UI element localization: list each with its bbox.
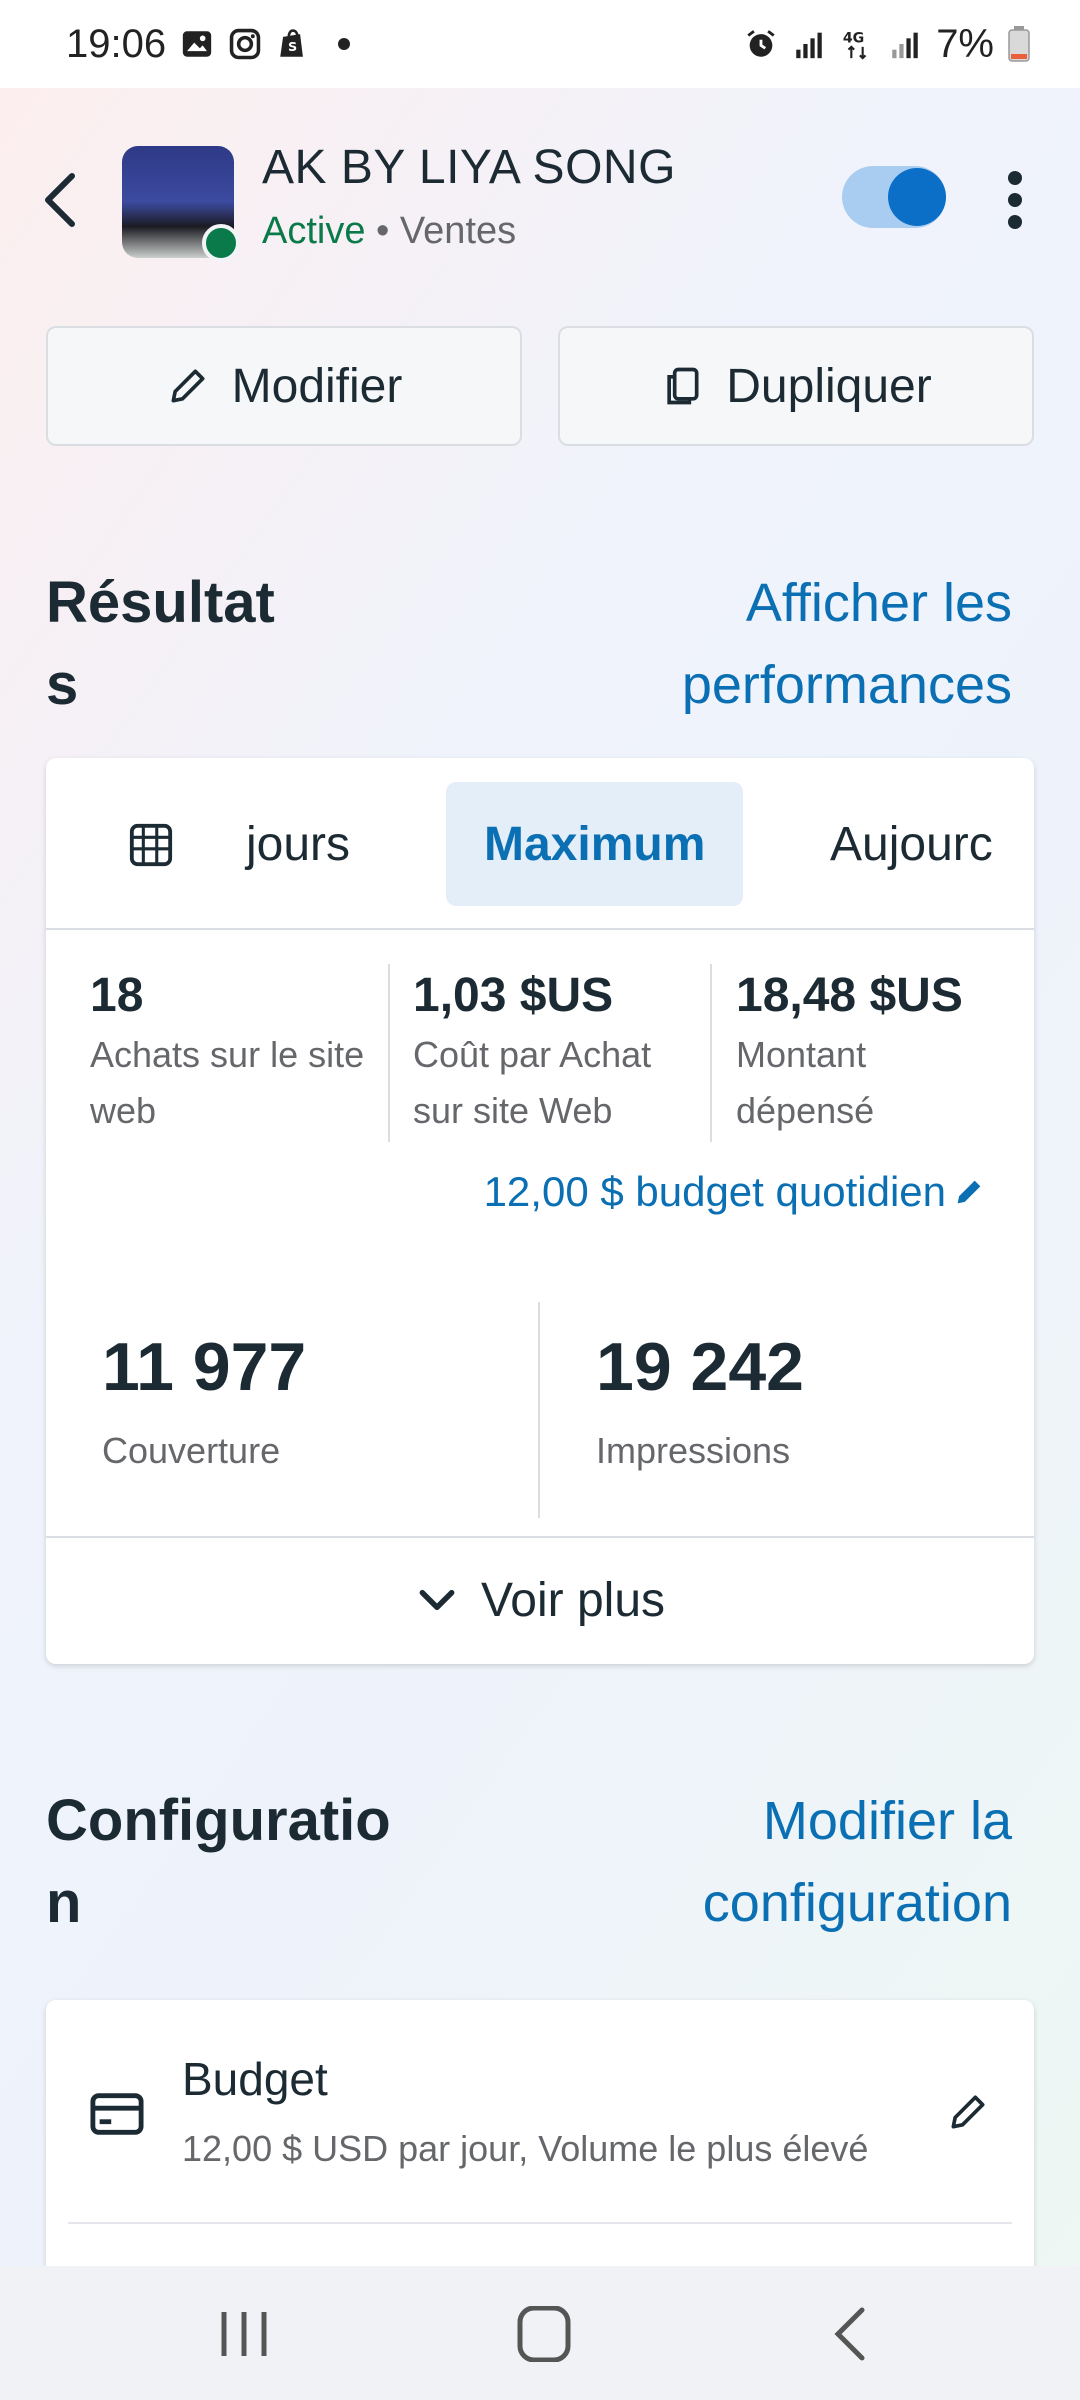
alarm-icon (747, 30, 775, 57)
metric-value: 18 (90, 969, 144, 1022)
tab-jours[interactable]: jours (246, 782, 350, 906)
pencil-icon (957, 1180, 981, 1204)
ad-status: Active (262, 210, 366, 252)
status-bar: 19:06 S 4G 7% (0, 0, 1080, 88)
ad-thumbnail[interactable] (122, 146, 240, 262)
metric-divider (710, 964, 712, 1142)
configuration-title-line1: Configuratio (46, 1788, 391, 1853)
credit-card-icon (90, 2093, 144, 2135)
metric-amount-spent: 18,48 $US Montant dépensé (736, 968, 996, 1139)
view-performance-line1: Afficher les (745, 573, 1012, 633)
more-options-icon[interactable] (1000, 170, 1030, 230)
shopify-icon: S (280, 29, 304, 57)
metric-label: Impressions (596, 1430, 791, 1471)
metric-value: 18,48 $US (736, 969, 963, 1022)
results-title: Résultat s (46, 562, 275, 726)
subtitle-separator: • (376, 210, 390, 252)
daily-budget-link[interactable]: 12,00 $ budget quotidien (484, 1168, 986, 1216)
metric-value: 1,03 $US (413, 969, 614, 1022)
edit-button[interactable]: Modifier (46, 326, 522, 446)
pencil-icon[interactable] (946, 2090, 990, 2134)
budget-row[interactable]: Budget 12,00 $ USD par jour, Volume le p… (46, 2000, 1034, 2224)
see-more-button[interactable]: Voir plus (46, 1536, 1034, 1662)
4g-icon: 4G (843, 31, 867, 60)
svg-text:4G: 4G (843, 31, 864, 47)
ad-subtitle: Active • Ventes (262, 210, 516, 253)
metric-reach: 11 977 Couverture (102, 1328, 306, 1472)
metric-value: 11 977 (102, 1329, 307, 1405)
metric-label: Achats sur le site web (90, 1034, 365, 1131)
pencil-icon (171, 369, 205, 403)
edit-configuration-line2: configuration (702, 1873, 1012, 1933)
recent-apps-icon[interactable] (214, 2306, 274, 2362)
metric-purchases: 18 Achats sur le site web (90, 968, 390, 1139)
results-title-line2: s (46, 652, 79, 717)
results-title-line1: Résultat (46, 570, 275, 635)
metric-label: Coût par Achat sur site Web (413, 1034, 652, 1131)
edit-configuration-link[interactable]: Modifier la configuration (703, 1780, 1012, 1944)
duplicate-button-label: Dupliquer (726, 359, 932, 413)
metric-label: Couverture (102, 1430, 281, 1471)
view-performance-link[interactable]: Afficher les performances (682, 562, 1012, 726)
ad-title: AK BY LIYA SONG (262, 141, 676, 194)
active-status-dot (202, 224, 240, 262)
budget-title: Budget (182, 2053, 328, 2105)
tab-aujourdhui[interactable]: Aujourc (830, 782, 993, 906)
edit-button-label: Modifier (231, 359, 403, 413)
system-nav-bar (0, 2266, 1080, 2400)
date-range-tabs: jours Maximum Aujourc (46, 758, 1034, 930)
metric-divider (538, 1302, 540, 1518)
back-arrow-icon[interactable] (40, 170, 80, 230)
budget-description: 12,00 $ USD par jour, Volume le plus éle… (182, 2128, 869, 2169)
instagram-icon (229, 28, 261, 60)
svg-text:S: S (288, 40, 297, 55)
active-toggle[interactable] (842, 166, 946, 228)
configuration-title-line2: n (46, 1870, 82, 1935)
metric-divider (388, 964, 390, 1142)
battery-icon (1008, 26, 1030, 62)
ad-objective: Ventes (399, 210, 517, 252)
chevron-down-icon (419, 1589, 455, 1611)
row-divider (68, 2222, 1012, 2224)
edit-configuration-line1: Modifier la (762, 1791, 1012, 1851)
back-nav-icon[interactable] (822, 2306, 882, 2362)
calendar-table-icon[interactable] (128, 822, 174, 868)
gallery-icon (182, 31, 212, 57)
battery-level: 7% (936, 21, 994, 66)
metric-cost-per-purchase: 1,03 $US Coût par Achat sur site Web (413, 968, 693, 1139)
view-performance-line2: performances (681, 655, 1012, 715)
ad-header: AK BY LIYA SONG Active • Ventes (0, 140, 1080, 262)
duplicate-icon (667, 367, 699, 405)
status-time: 19:06 (66, 21, 167, 66)
metric-impressions: 19 242 Impressions (596, 1328, 804, 1472)
results-card: jours Maximum Aujourc 18 Achats sur le s… (46, 758, 1034, 1664)
toggle-knob (888, 168, 946, 226)
metric-value: 19 242 (596, 1329, 804, 1405)
home-icon[interactable] (514, 2306, 574, 2362)
signal-icon (892, 32, 918, 59)
more-notifications-dot (338, 38, 351, 50)
see-more-label: Voir plus (480, 1573, 666, 1627)
tab-maximum[interactable]: Maximum (446, 782, 744, 906)
daily-budget-label: 12,00 $ budget quotidien (483, 1168, 946, 1215)
duplicate-button[interactable]: Dupliquer (558, 326, 1034, 446)
signal-icon (796, 32, 822, 59)
configuration-card: Budget 12,00 $ USD par jour, Volume le p… (46, 2000, 1034, 2266)
configuration-title: Configuratio n (46, 1780, 391, 1944)
metric-label: Montant dépensé (736, 1034, 875, 1131)
